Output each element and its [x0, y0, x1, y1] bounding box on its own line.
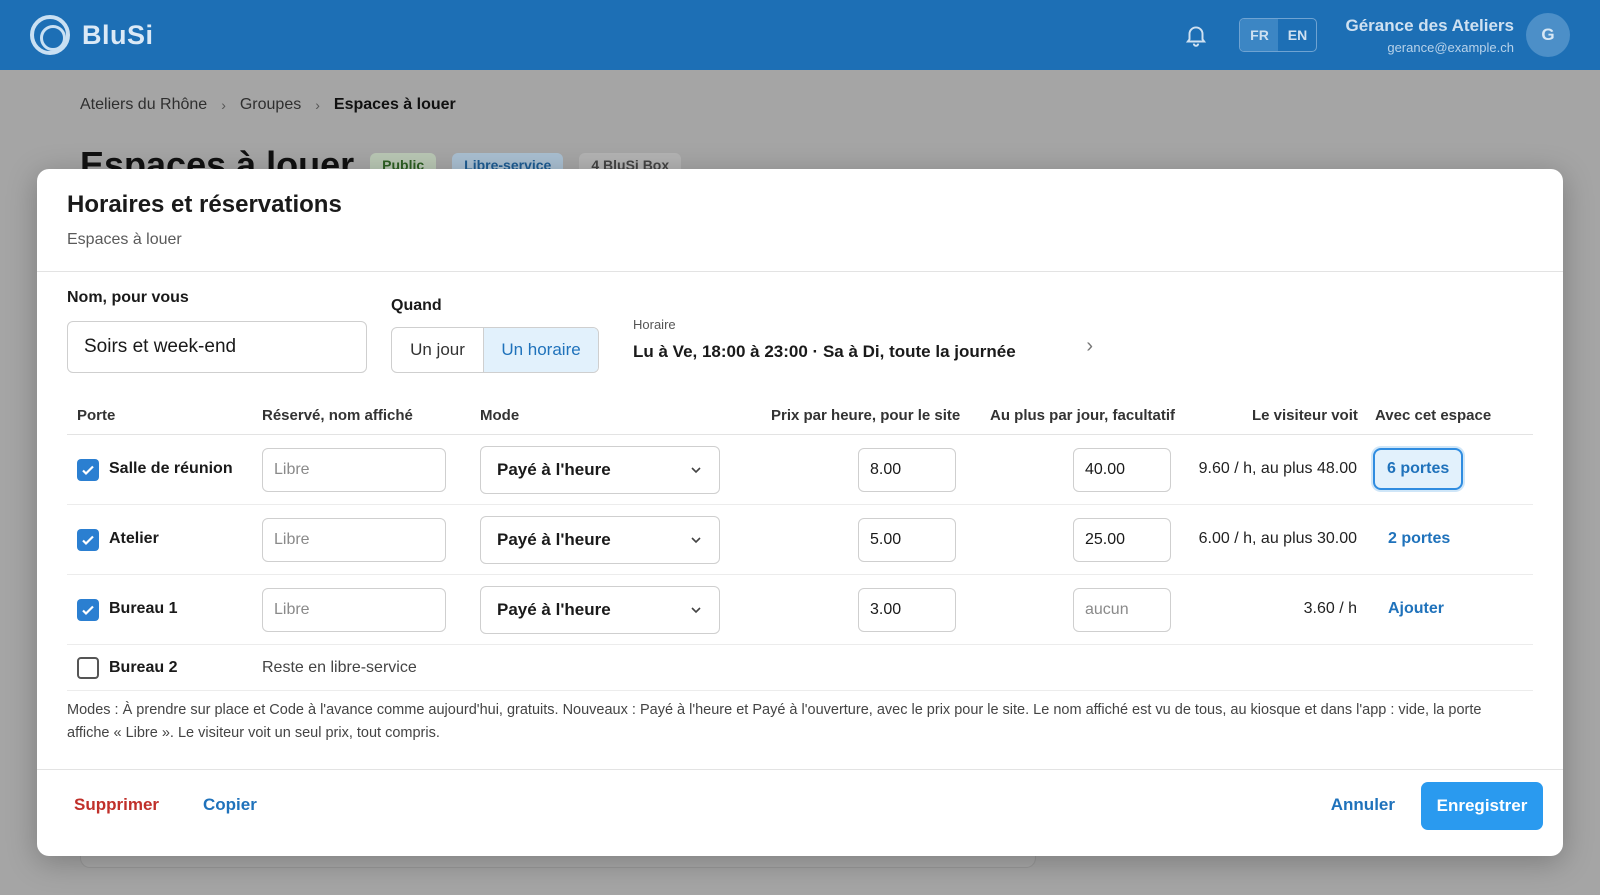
price-input[interactable] — [858, 448, 956, 492]
language-switch: FR EN — [1239, 18, 1318, 52]
badge-blusi-box: 4 BluSi Box — [579, 153, 682, 169]
breadcrumb-item-groupes[interactable]: Groupes — [240, 96, 301, 114]
quand-segmented-control: Un jour Un horaire — [391, 327, 599, 373]
modal-title: Horaires et réservations — [67, 191, 342, 218]
check-icon — [82, 535, 94, 546]
badge-libre-service: Libre-service — [452, 153, 564, 169]
check-icon — [82, 605, 94, 616]
name-input[interactable] — [67, 321, 367, 373]
mode-select-value: Payé à l'heure — [497, 600, 611, 619]
language-en[interactable]: EN — [1278, 19, 1316, 51]
column-porte: Porte — [77, 407, 116, 424]
visitor-price: 9.60 / h, au plus 48.00 — [1198, 460, 1357, 477]
with-space-link[interactable]: 2 portes — [1388, 530, 1450, 548]
mode-select[interactable]: Payé à l'heure — [480, 446, 720, 494]
top-bar: BluSi FR EN Gérance des Ateliers gerance… — [0, 0, 1600, 70]
schedule-modal: Horaires et réservations Espaces à louer… — [37, 169, 1563, 856]
background-title-row: Espaces à louer Public Libre-service 4 B… — [80, 145, 682, 169]
breadcrumb-current: Espaces à louer — [333, 96, 456, 113]
column-visiteur: Le visiteur voit — [1252, 407, 1358, 424]
reserved-name-input[interactable] — [262, 518, 446, 562]
visitor-price: 3.60 / h — [1303, 600, 1357, 617]
chevron-down-icon — [691, 607, 701, 614]
row-checkbox[interactable] — [77, 657, 99, 679]
language-fr[interactable]: FR — [1240, 19, 1279, 51]
visitor-price: 6.00 / h, au plus 30.00 — [1198, 530, 1357, 547]
mode-select[interactable]: Payé à l'heure — [480, 516, 720, 564]
table-row: Bureau 1 Payé à l'heure 3.60 / h Ajouter — [67, 575, 1533, 645]
porte-name: Atelier — [109, 530, 159, 547]
bell-icon[interactable] — [1183, 22, 1209, 48]
chevron-down-icon — [691, 467, 701, 474]
table-header: Porte Réservé, nom affiché Mode Prix par… — [67, 395, 1533, 435]
table-row: Salle de réunion Payé à l'heure 9.60 / h… — [67, 435, 1533, 505]
name-field: Nom, pour vous — [67, 289, 367, 373]
name-label: Nom, pour vous — [67, 289, 189, 306]
quand-field: Quand Un jour Un horaire — [391, 297, 599, 373]
mode-select[interactable]: Payé à l'heure — [480, 586, 720, 634]
table-row: Atelier Payé à l'heure 6.00 / h, au plus… — [67, 505, 1533, 575]
app-logo[interactable]: BluSi — [30, 15, 154, 55]
app-name: BluSi — [82, 19, 154, 50]
price-input[interactable] — [858, 588, 956, 632]
table-row: Bureau 2 Reste en libre-service — [67, 645, 1533, 691]
user-email: gerance@example.ch — [1387, 39, 1514, 55]
add-link[interactable]: Ajouter — [1388, 600, 1444, 618]
breadcrumb-item-ateliers[interactable]: Ateliers du Rhône — [80, 96, 207, 114]
column-mode: Mode — [480, 407, 520, 424]
mode-select-value: Payé à l'heure — [497, 460, 611, 479]
modal-subtitle: Espaces à louer — [67, 231, 182, 248]
price-input[interactable] — [858, 518, 956, 562]
column-avec-espace: Avec cet espace — [1375, 407, 1492, 424]
cancel-button[interactable]: Annuler — [1331, 795, 1395, 815]
doors-table: Porte Réservé, nom affiché Mode Prix par… — [67, 395, 1533, 691]
modal-footer: Supprimer Copier Annuler Enregistrer — [37, 769, 1563, 856]
row-checkbox[interactable] — [77, 529, 99, 551]
user-name: Gérance des Ateliers — [1345, 15, 1514, 35]
chevron-right-icon: › — [1086, 335, 1093, 357]
reserved-name-input[interactable] — [262, 448, 446, 492]
horaire-picker[interactable]: Horaire Lu à Ve, 18:00 à 23:00 · Sa à Di… — [633, 317, 1093, 362]
column-reserve: Réservé, nom affiché — [262, 407, 413, 424]
modal-header: Horaires et réservations Espaces à louer — [37, 169, 1563, 272]
quand-label: Quand — [391, 297, 442, 314]
porte-name: Bureau 1 — [109, 600, 178, 617]
save-button[interactable]: Enregistrer — [1421, 782, 1543, 830]
chevron-down-icon — [691, 537, 701, 544]
chevron-right-icon: › — [315, 97, 320, 113]
quand-option-un-horaire[interactable]: Un horaire — [484, 328, 598, 372]
quand-option-un-jour[interactable]: Un jour — [392, 328, 484, 372]
reserved-name-input[interactable] — [262, 588, 446, 632]
row-checkbox[interactable] — [77, 599, 99, 621]
logo-icon — [30, 15, 70, 55]
user-info[interactable]: Gérance des Ateliers gerance@example.ch — [1345, 16, 1514, 55]
avatar[interactable]: G — [1526, 13, 1570, 57]
horaire-label: Horaire — [633, 317, 676, 332]
horaire-value: Lu à Ve, 18:00 à 23:00 · Sa à Di, toute … — [633, 342, 1016, 361]
row-checkbox[interactable] — [77, 459, 99, 481]
breadcrumb: Ateliers du Rhône › Groupes › Espaces à … — [80, 96, 456, 114]
with-space-button[interactable]: 6 portes — [1373, 448, 1464, 490]
delete-button[interactable]: Supprimer — [74, 795, 159, 815]
badge-public: Public — [370, 153, 437, 169]
column-prix: Prix par heure, pour le site — [771, 407, 961, 424]
page-title: Espaces à louer — [80, 145, 355, 169]
porte-name: Bureau 2 — [109, 659, 178, 676]
column-max-jour: Au plus par jour, facultatif — [990, 407, 1176, 424]
porte-name: Salle de réunion — [109, 460, 233, 477]
form-row: Nom, pour vous Quand Un jour Un horaire … — [67, 289, 1533, 379]
chevron-right-icon: › — [221, 97, 226, 113]
self-service-note: Reste en libre-service — [262, 659, 417, 676]
modes-note: Modes : À prendre sur place et Code à l'… — [67, 702, 1482, 741]
copy-button[interactable]: Copier — [203, 795, 257, 815]
check-icon — [82, 465, 94, 476]
mode-select-value: Payé à l'heure — [497, 530, 611, 549]
